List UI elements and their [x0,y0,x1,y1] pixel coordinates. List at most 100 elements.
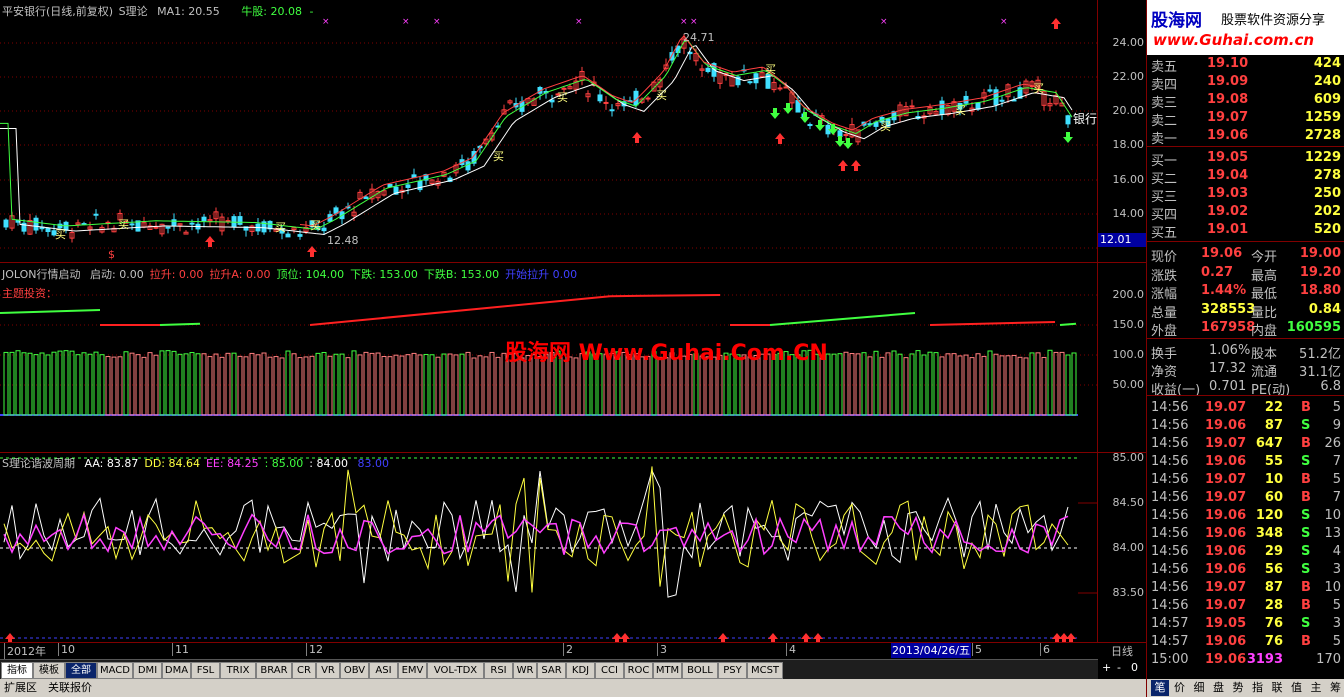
right-tab-5[interactable]: 指 [1249,680,1267,696]
candle-body [999,99,1005,102]
jolon-axis-tick: 50.00 [1112,378,1145,391]
tab-asi[interactable]: ASI [369,662,398,679]
right-tab-8[interactable]: 主 [1307,680,1325,696]
tab-cr[interactable]: CR [292,662,316,679]
buy-label: 买 [55,228,66,241]
harmonic-chart[interactable] [0,453,1098,642]
tab-模板[interactable]: 模板 [33,662,65,679]
right-tab-4[interactable]: 势 [1229,680,1247,696]
tab-psy[interactable]: PSY [718,662,747,679]
tab-rsi[interactable]: RSI [484,662,513,679]
tick-side: S [1301,508,1311,523]
tab-dma[interactable]: DMA [162,662,191,679]
tick-price: 19.07 [1205,598,1247,613]
x-axis-label: 4 [786,643,796,656]
ask-price: 19.09 [1207,74,1249,89]
period-label[interactable]: 日线 [1100,643,1144,659]
candle-body [963,95,969,104]
tab-brar[interactable]: BRAR [256,662,292,679]
buy-label: 买 [1033,82,1044,95]
jolon-bar [243,356,249,416]
right-tab-7[interactable]: 值 [1288,680,1306,696]
jolon-bar [849,353,855,416]
zoom-reset-button[interactable]: 0 [1131,661,1138,674]
candle-body [225,220,231,223]
tab-全部[interactable]: 全部 [65,662,97,679]
ask-volume: 2728 [1304,128,1341,143]
tab-wr[interactable]: WR [513,662,537,679]
tick-row: 14:56 19.06 55 S 7 [1151,454,1343,471]
tick-volume: 56 [1264,562,1283,577]
tab-指标[interactable]: 指标 [1,662,33,679]
right-tab-1[interactable]: 价 [1171,680,1189,696]
jolon-bar [261,352,267,416]
tab-boll[interactable]: BOLL [682,662,718,679]
watermark-text: 股海网 Www.Guhai.Com.CN [505,341,828,366]
tab-emv[interactable]: EMV [398,662,427,679]
tab-trix[interactable]: TRIX [220,662,256,679]
tab-sar[interactable]: SAR [537,662,566,679]
tick-row: 14:56 19.07 28 B 5 [1151,598,1343,615]
tick-price: 19.07 [1205,580,1247,595]
tab-cci[interactable]: CCI [595,662,624,679]
ask-label: 卖五 [1151,60,1178,75]
tick-volume: 3193 [1246,652,1283,667]
right-tab-9[interactable]: 筹 [1327,680,1344,696]
tick-time: 14:57 [1151,634,1189,649]
bid-volume: 520 [1313,222,1341,237]
tick-volume: 76 [1264,616,1283,631]
tab-roc[interactable]: ROC [624,662,653,679]
tab-dmi[interactable]: DMI [133,662,162,679]
zoom-out-button[interactable]: - [1117,661,1121,674]
tick-price: 19.06 [1205,526,1247,541]
tick-row: 14:56 19.06 29 S 4 [1151,544,1343,561]
tab-extension-area[interactable]: 扩展区 [4,680,37,696]
tick-time: 15:00 [1151,652,1189,667]
right-tab-0[interactable]: 笔 [1151,680,1169,696]
tab-related-quotes[interactable]: 关联报价 [48,680,92,696]
tick-time: 14:56 [1151,562,1189,577]
ask-row: 卖四 19.09 240 [1151,74,1343,93]
buy-label: 买 [880,120,891,133]
tick-side: S [1301,616,1311,631]
buy-arrow [851,160,861,171]
tick-time: 14:56 [1151,472,1189,487]
ask-label: 卖四 [1151,78,1178,93]
jolon-bar [39,352,45,416]
harmonic-arrow [718,633,728,642]
zoom-in-button[interactable]: + [1102,661,1111,674]
top-x-marker: × [433,17,441,27]
jolon-bar [93,351,99,416]
jolon-bar [1029,352,1035,416]
right-tab-6[interactable]: 联 [1268,680,1286,696]
tab-kdj[interactable]: KDJ [566,662,595,679]
jolon-bar [207,356,213,416]
chart-area[interactable]: 平安银行(日线,前复权) S理论 MA1: 20.55 牛股: 20.08 - … [0,0,1146,643]
top-x-marker: × [1000,17,1008,27]
ask-price: 19.06 [1207,128,1249,143]
low-price-label: 12.48 [327,234,359,247]
tab-vol-tdx[interactable]: VOL-TDX [427,662,484,679]
price-chart[interactable]: × × × × × × × ×买买买买买买 买买买买买 [0,0,1098,262]
tab-obv[interactable]: OBV [340,662,369,679]
x-axis-label: 10 [58,643,75,656]
x-axis-label: 2012年 [4,643,46,659]
buy-label: 买 [275,221,286,234]
tab-macd[interactable]: MACD [97,662,133,679]
logo-banner: 股海网 股票软件资源分享 www.Guhai.com.cn [1147,0,1344,55]
tab-vr[interactable]: VR [316,662,340,679]
jolon-bar [237,355,243,416]
tab-mcst[interactable]: MCST [747,662,783,679]
jolon-bar [195,353,201,416]
right-tab-2[interactable]: 细 [1190,680,1208,696]
tab-mtm[interactable]: MTM [653,662,682,679]
harmonic-arrow [768,633,778,642]
bid-row: 买一 19.05 1229 [1151,150,1343,169]
quote-label: 内盘 [1251,324,1278,339]
jolon-bar [129,352,135,416]
price-axis-tick: 20.00 [1112,104,1145,117]
tab-fsl[interactable]: FSL [191,662,220,679]
jolon-bar [111,356,117,416]
right-tab-3[interactable]: 盘 [1210,680,1228,696]
x-axis-label: 11 [172,643,189,656]
